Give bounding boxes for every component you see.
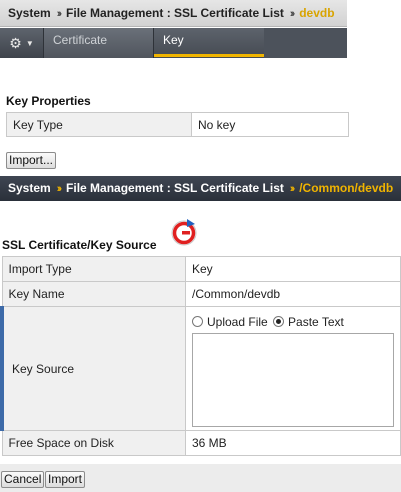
import-button[interactable]: Import xyxy=(45,471,86,488)
key-source-label: Key Source xyxy=(0,306,186,431)
refresh-logo-icon xyxy=(171,219,197,246)
import-dots-button[interactable]: Import... xyxy=(6,152,57,169)
tab-bar: ⚙ ▼ Certificate Key xyxy=(0,28,347,58)
paste-text-option[interactable]: Paste Text xyxy=(273,315,344,329)
breadcrumb: System ›› File Management : SSL Certificat… xyxy=(0,0,347,27)
key-type-value: No key xyxy=(191,112,349,137)
source-table: Import Type Key Key Name /Common/devdb K… xyxy=(0,256,401,456)
breadcrumb-leaf: devdb xyxy=(299,6,335,20)
free-space-label: Free Space on Disk xyxy=(1,430,186,456)
import-type-label: Import Type xyxy=(1,256,186,282)
import-type-value: Key xyxy=(185,256,401,282)
breadcrumb-ssl-list[interactable]: File Management : SSL Certificate List xyxy=(66,181,284,195)
settings-menu-button[interactable]: ⚙ ▼ xyxy=(0,28,44,58)
tab-certificate[interactable]: Certificate xyxy=(44,28,154,58)
breadcrumb-separator: ›› xyxy=(289,183,295,195)
upload-file-option[interactable]: Upload File xyxy=(192,315,268,329)
key-name-value: /Common/devdb xyxy=(185,281,401,307)
key-text-area[interactable] xyxy=(192,333,394,427)
tab-key[interactable]: Key xyxy=(154,28,264,58)
paste-text-radio[interactable] xyxy=(273,316,285,327)
paste-text-label: Paste Text xyxy=(288,315,344,329)
upload-file-label: Upload File xyxy=(207,315,268,329)
key-name-label: Key Name xyxy=(1,281,186,307)
table-row: Key Source Upload File Paste Text xyxy=(0,306,401,431)
breadcrumb-separator: ›› xyxy=(289,8,295,20)
table-row: Import Type Key xyxy=(1,256,401,282)
active-tab-indicator xyxy=(154,54,264,57)
breadcrumb-separator: ›› xyxy=(56,8,62,20)
chevron-down-icon: ▼ xyxy=(25,38,34,48)
breadcrumb-system[interactable]: System xyxy=(8,181,51,195)
breadcrumb-separator: ›› xyxy=(56,183,62,195)
source-title: SSL Certificate/Key Source xyxy=(2,238,157,252)
breadcrumb-leaf: /Common/devdb xyxy=(299,181,394,195)
key-source-value: Upload File Paste Text xyxy=(185,306,401,431)
breadcrumb-system[interactable]: System xyxy=(8,6,51,20)
breadcrumb-ssl-list[interactable]: File Management : SSL Certificate List xyxy=(66,6,284,20)
gear-icon: ⚙ xyxy=(9,34,22,51)
key-type-label: Key Type xyxy=(6,112,192,137)
table-row: Key Type No key xyxy=(6,112,349,137)
key-properties-table: Key Type No key xyxy=(6,112,349,137)
free-space-value: 36 MB xyxy=(185,430,401,456)
table-row: Key Name /Common/devdb xyxy=(1,281,401,307)
tab-key-label: Key xyxy=(163,33,184,47)
key-properties-title: Key Properties xyxy=(6,94,91,108)
cancel-button[interactable]: Cancel xyxy=(1,471,45,488)
breadcrumb-secondary: System ›› File Management : SSL Certificat… xyxy=(0,176,401,201)
upload-file-radio[interactable] xyxy=(192,316,203,327)
table-row: Free Space on Disk 36 MB xyxy=(1,430,401,456)
